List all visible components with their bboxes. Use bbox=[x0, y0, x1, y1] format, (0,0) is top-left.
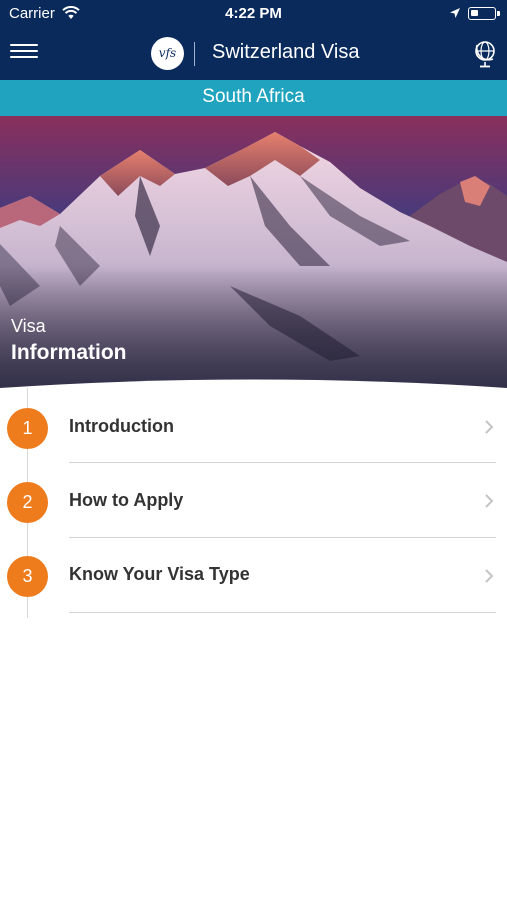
list-separator bbox=[69, 612, 496, 613]
app-header: Carrier 4:22 PM vfs Switzerland Visa bbox=[0, 0, 507, 80]
status-time: 4:22 PM bbox=[225, 5, 282, 22]
list-item-know-your-visa-type[interactable]: 3 Know Your Visa Type bbox=[0, 540, 507, 615]
location-arrow-icon bbox=[449, 6, 461, 23]
hamburger-menu-icon[interactable] bbox=[10, 44, 38, 62]
step-number-badge: 2 bbox=[7, 482, 48, 523]
title-divider bbox=[194, 42, 195, 66]
navigation-bar: vfs Switzerland Visa bbox=[0, 28, 507, 80]
hero-label-visa: Visa bbox=[11, 316, 46, 336]
battery-icon bbox=[468, 7, 500, 20]
list-item-label: Know Your Visa Type bbox=[69, 564, 250, 584]
chevron-right-icon bbox=[485, 569, 494, 583]
page-title: Switzerland Visa bbox=[212, 41, 360, 63]
list-item-how-to-apply[interactable]: 2 How to Apply bbox=[0, 465, 507, 540]
step-number-badge: 1 bbox=[7, 408, 48, 449]
list-separator bbox=[69, 462, 496, 463]
vfs-logo: vfs bbox=[151, 37, 184, 70]
globe-icon[interactable] bbox=[471, 39, 499, 69]
chevron-right-icon bbox=[485, 494, 494, 508]
hero-label-information: Information bbox=[11, 341, 127, 364]
hero-banner: Visa Information bbox=[0, 116, 507, 391]
status-bar: Carrier 4:22 PM bbox=[0, 0, 507, 28]
country-bar: South Africa bbox=[0, 80, 507, 116]
chevron-right-icon bbox=[485, 420, 494, 434]
list-item-label: Introduction bbox=[69, 416, 174, 436]
list-separator bbox=[69, 537, 496, 538]
step-number-badge: 3 bbox=[7, 556, 48, 597]
list-item-introduction[interactable]: 1 Introduction bbox=[0, 390, 507, 465]
list-item-label: How to Apply bbox=[69, 490, 184, 510]
